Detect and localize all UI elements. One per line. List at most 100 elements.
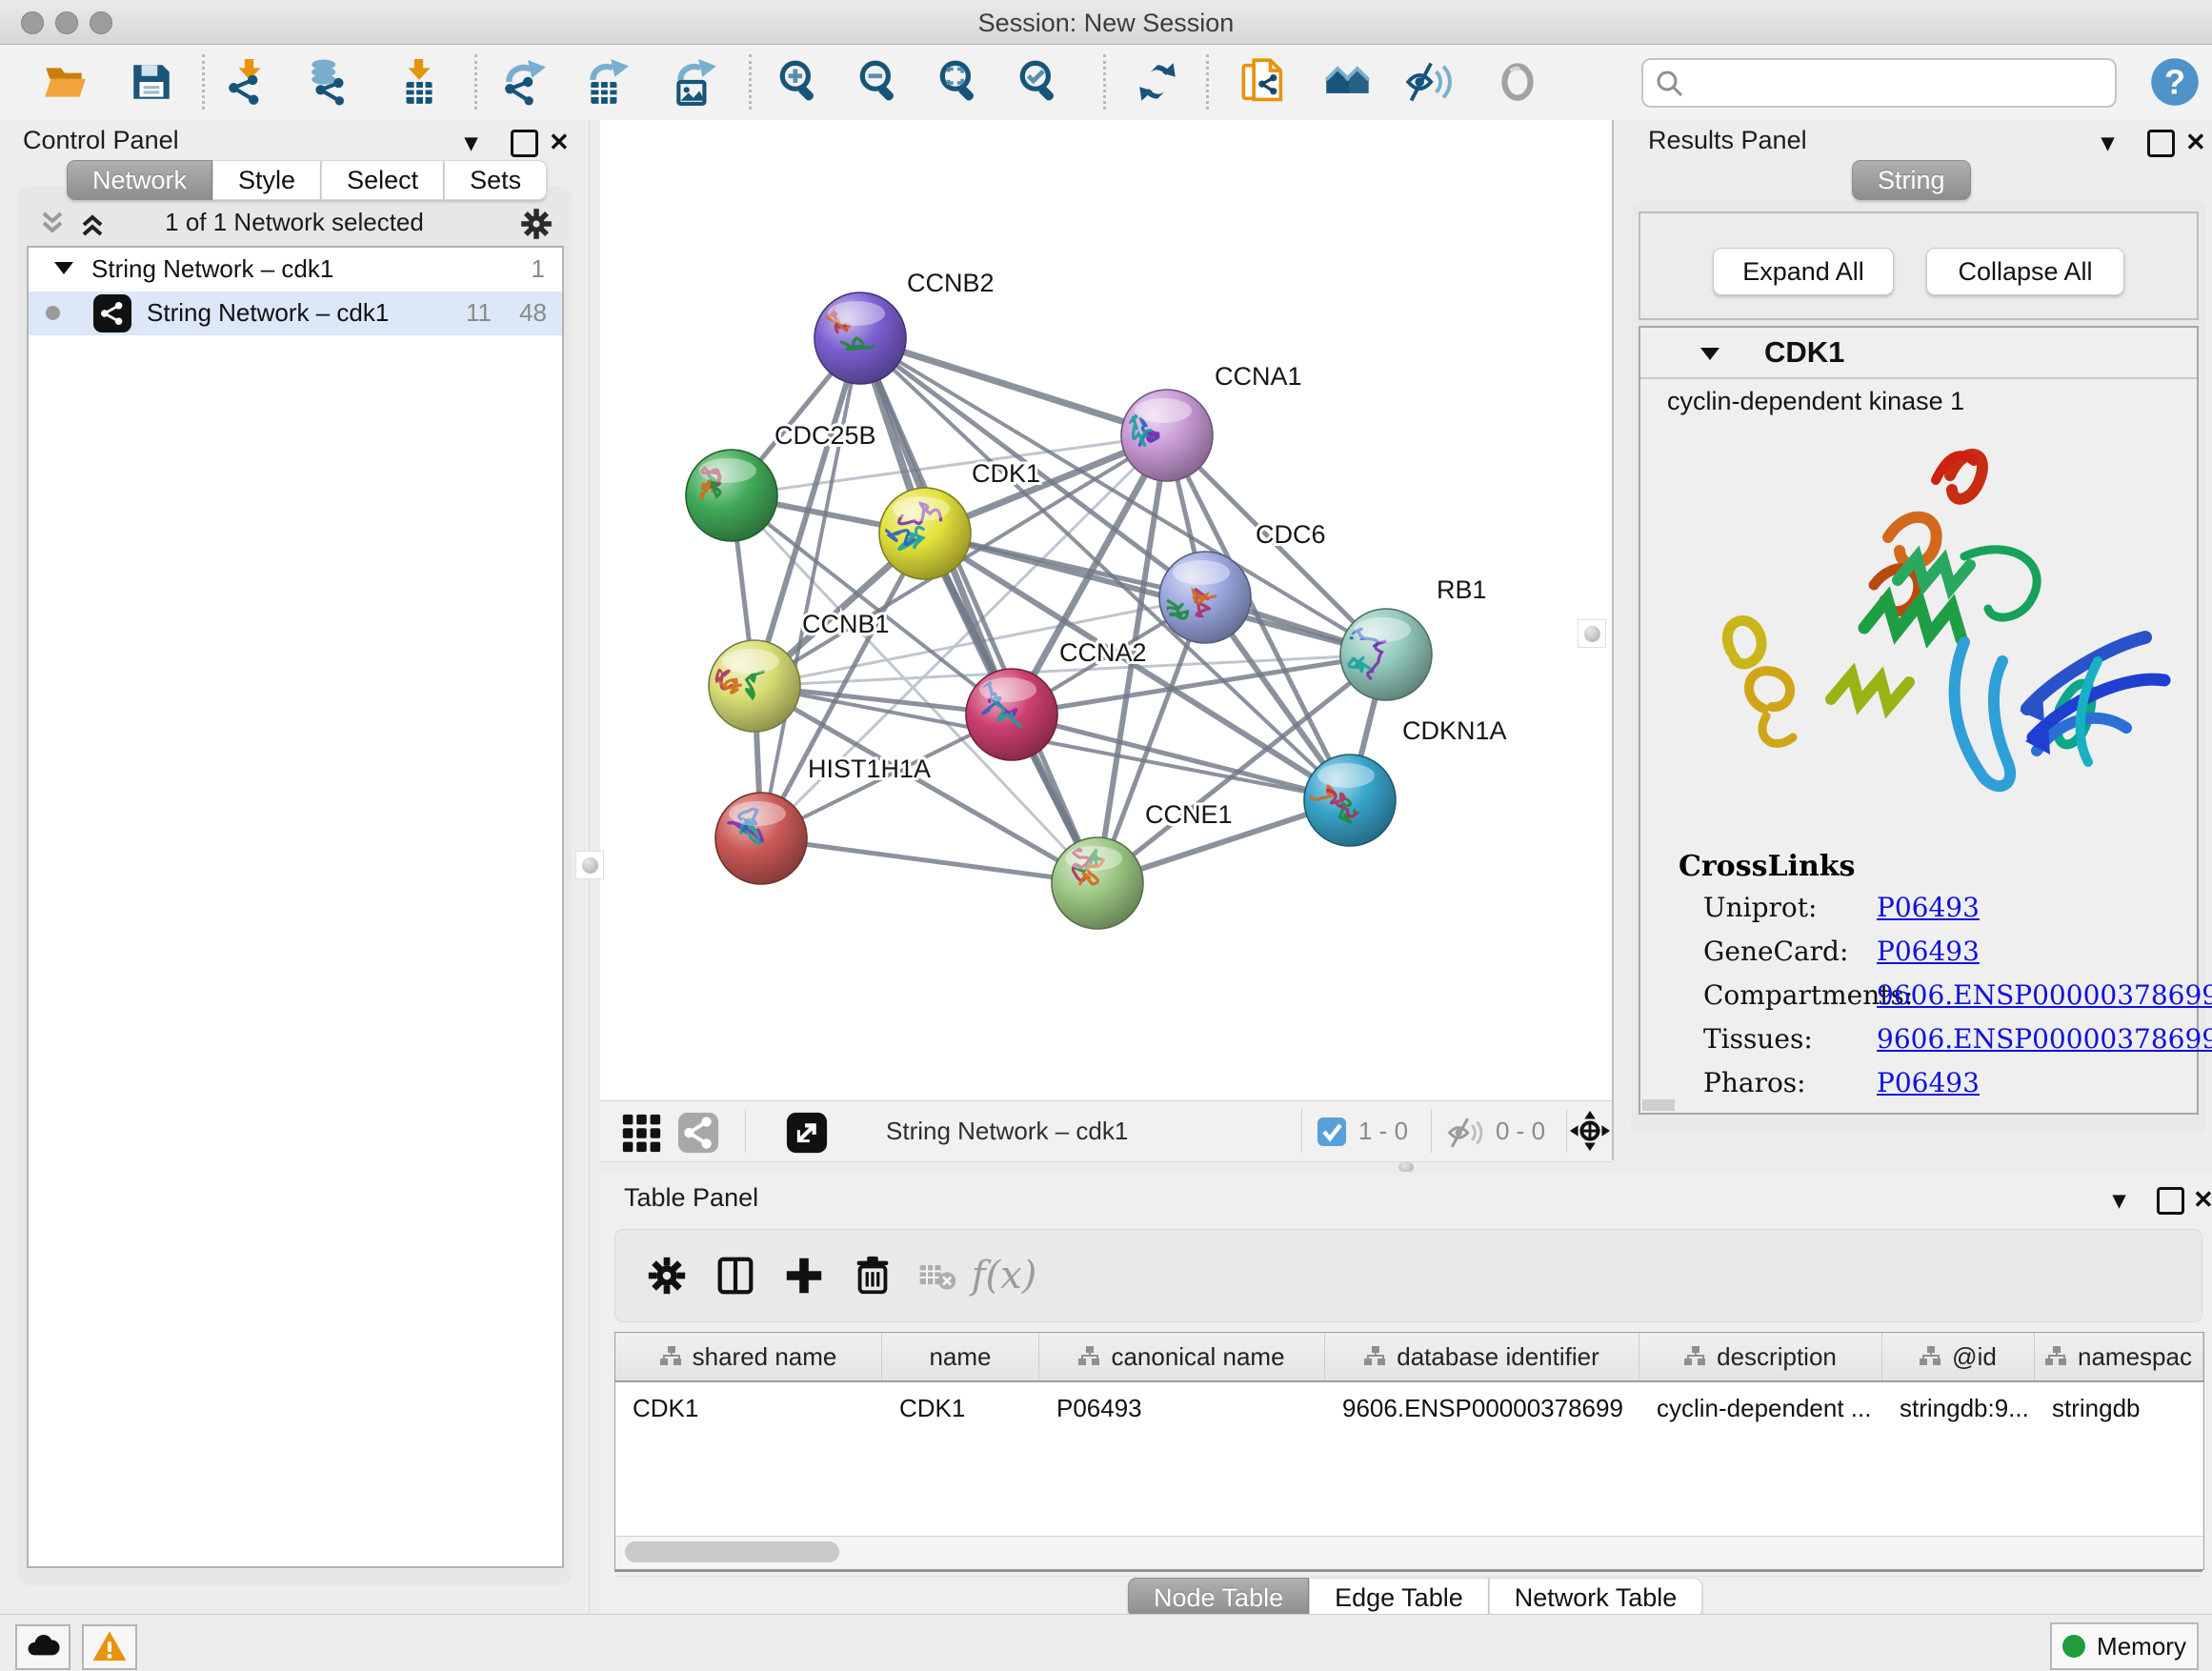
undock-panel-icon[interactable] [2147, 130, 2175, 157]
undock-panel-icon[interactable] [511, 130, 538, 157]
tab-style[interactable]: Style [212, 160, 321, 200]
refresh-icon[interactable] [1132, 56, 1183, 108]
results-scrollbar-stub[interactable] [1642, 1099, 1675, 1111]
float-panel-icon[interactable]: ▾ [465, 128, 477, 157]
grid-view-icon[interactable] [615, 1107, 667, 1158]
edge-CDK1-RB1[interactable] [925, 534, 1386, 654]
network-selection-status: 1 of 1 Network selected [17, 208, 572, 237]
collapse-section-arrow-icon[interactable] [1698, 341, 1722, 366]
column-header-description[interactable]: description [1639, 1333, 1882, 1380]
tab-network-table[interactable]: Network Table [1489, 1578, 1703, 1618]
node-CDKN1A[interactable]: CDKN1A [1300, 716, 1507, 846]
export-image-icon[interactable] [669, 56, 720, 108]
column-header-name[interactable]: name [882, 1333, 1039, 1380]
network-graph[interactable]: CCNB2CCNA1CDC25BCDK1CDC6RB1CCNB1CCNA2CDK… [600, 120, 1612, 1100]
close-panel-icon[interactable]: ✕ [2185, 128, 2206, 157]
zoom-selected-icon[interactable] [1014, 56, 1065, 108]
home-networks-icon[interactable] [1322, 56, 1374, 108]
column-header-shared-name[interactable]: shared name [615, 1333, 882, 1380]
import-network-icon[interactable] [223, 56, 274, 108]
tab-network[interactable]: Network [67, 160, 212, 200]
copy-network-icon[interactable] [1238, 56, 1290, 108]
hidden-eye-slash-icon[interactable] [1446, 1113, 1486, 1153]
tab-select[interactable]: Select [321, 160, 444, 200]
collapse-arrow-icon[interactable] [51, 255, 76, 280]
close-panel-icon[interactable]: ✕ [549, 128, 570, 157]
collapse-all-button[interactable]: Collapse All [1926, 248, 2124, 295]
export-table-icon[interactable] [581, 56, 633, 108]
open-in-window-icon[interactable] [781, 1107, 833, 1158]
network-row-selected[interactable]: String Network – cdk1 11 48 [29, 292, 562, 335]
add-column-icon[interactable] [779, 1251, 829, 1300]
gene-section-header[interactable]: CDK1 [1640, 328, 2197, 379]
table-cell[interactable]: CDK1 [615, 1394, 882, 1423]
tab-node-table[interactable]: Node Table [1128, 1578, 1309, 1618]
table-cell[interactable]: stringdb:9... [1882, 1394, 2035, 1423]
table-cell[interactable]: P06493 [1039, 1394, 1325, 1423]
left-splitter-grip[interactable] [575, 851, 604, 879]
float-panel-icon[interactable]: ▾ [2101, 128, 2114, 157]
crosslink-link[interactable]: P06493 [1877, 936, 1980, 967]
table-horizontal-scrollbar[interactable] [614, 1536, 2204, 1570]
edge-CCNB2-CCNA1[interactable] [860, 338, 1167, 435]
function-builder-icon[interactable]: f(x) [979, 1251, 1029, 1300]
cloud-button[interactable] [15, 1624, 70, 1670]
zoom-fit-icon[interactable] [934, 56, 985, 108]
delete-table-icon[interactable] [913, 1251, 962, 1300]
pan-crosshair-icon[interactable] [1568, 1109, 1612, 1153]
horizontal-splitter[interactable] [600, 1160, 2212, 1174]
crosslink-link[interactable]: P06493 [1877, 1067, 1980, 1098]
crosslink-link[interactable]: 9606.ENSP00000378699 [1877, 1023, 2212, 1055]
network-view[interactable]: CCNB2CCNA1CDC25BCDK1CDC6RB1CCNB1CCNA2CDK… [600, 120, 1612, 1100]
edge-HIST1H1A-CCNE1[interactable] [761, 838, 1097, 883]
zoom-in-icon[interactable] [774, 56, 825, 108]
open-session-icon[interactable] [40, 56, 91, 108]
search-input[interactable] [1693, 64, 2106, 100]
table-cell[interactable]: 9606.ENSP00000378699 [1325, 1394, 1639, 1423]
column-header-namespac[interactable]: namespac [2035, 1333, 2203, 1380]
show-columns-icon[interactable] [711, 1251, 760, 1300]
show-graphics-icon[interactable] [1492, 56, 1543, 108]
node-CCNA1[interactable]: CCNA1 [1121, 362, 1302, 481]
close-panel-icon[interactable]: ✕ [2193, 1185, 2212, 1215]
column-header-canonical-name[interactable]: canonical name [1039, 1333, 1325, 1380]
delete-column-icon[interactable] [848, 1251, 897, 1300]
zoom-out-icon[interactable] [854, 56, 905, 108]
tab-edge-table[interactable]: Edge Table [1309, 1578, 1489, 1618]
tab-string[interactable]: String [1852, 160, 1971, 200]
network-badge-icon[interactable] [673, 1107, 724, 1158]
save-session-icon[interactable] [126, 56, 177, 108]
crosslink-link[interactable]: 9606.ENSP00000378699 [1877, 979, 2212, 1011]
right-splitter-grip[interactable] [1578, 619, 1606, 648]
selected-checkbox-icon[interactable] [1317, 1117, 1347, 1147]
network-options-gear-icon[interactable] [518, 206, 554, 242]
import-network-from-database-icon[interactable] [305, 56, 356, 108]
node-CDC25B[interactable]: CDC25B [686, 421, 876, 541]
table-options-gear-icon[interactable] [642, 1251, 692, 1300]
table-row[interactable]: CDK1CDK1P064939606.ENSP00000378699cyclin… [615, 1382, 2203, 1434]
memory-button[interactable]: Memory [2050, 1622, 2199, 1670]
node-HIST1H1A[interactable]: HIST1H1A [715, 755, 931, 884]
node-CCNE1[interactable]: CCNE1 [1052, 800, 1233, 929]
network-collection-row[interactable]: String Network – cdk1 1 [29, 248, 562, 292]
column-header-database-identifier[interactable]: database identifier [1325, 1333, 1639, 1380]
hide-unhide-icon[interactable] [1404, 56, 1456, 108]
tab-sets[interactable]: Sets [444, 160, 547, 200]
undock-panel-icon[interactable] [2157, 1187, 2184, 1215]
node-RB1[interactable]: RB1 [1340, 575, 1487, 700]
import-table-icon[interactable] [392, 56, 444, 108]
edge-CCNB2-CCNE1[interactable] [860, 338, 1097, 883]
crosslink-link[interactable]: P06493 [1877, 892, 1980, 923]
help-icon[interactable]: ? [2149, 56, 2201, 108]
table-cell[interactable]: CDK1 [882, 1394, 1039, 1423]
expand-all-button[interactable]: Expand All [1713, 248, 1894, 295]
scrollbar-thumb[interactable] [625, 1541, 839, 1562]
column-header-id[interactable]: @id [1882, 1333, 2035, 1380]
column-label: @id [1952, 1342, 1997, 1372]
float-panel-icon[interactable]: ▾ [2113, 1185, 2125, 1215]
warning-button[interactable] [82, 1624, 137, 1670]
table-cell[interactable]: stringdb [2035, 1394, 2203, 1423]
horizontal-splitter-grip[interactable] [1398, 1162, 1414, 1172]
table-cell[interactable]: cyclin-dependent ... [1639, 1394, 1882, 1423]
export-network-icon[interactable] [499, 56, 551, 108]
